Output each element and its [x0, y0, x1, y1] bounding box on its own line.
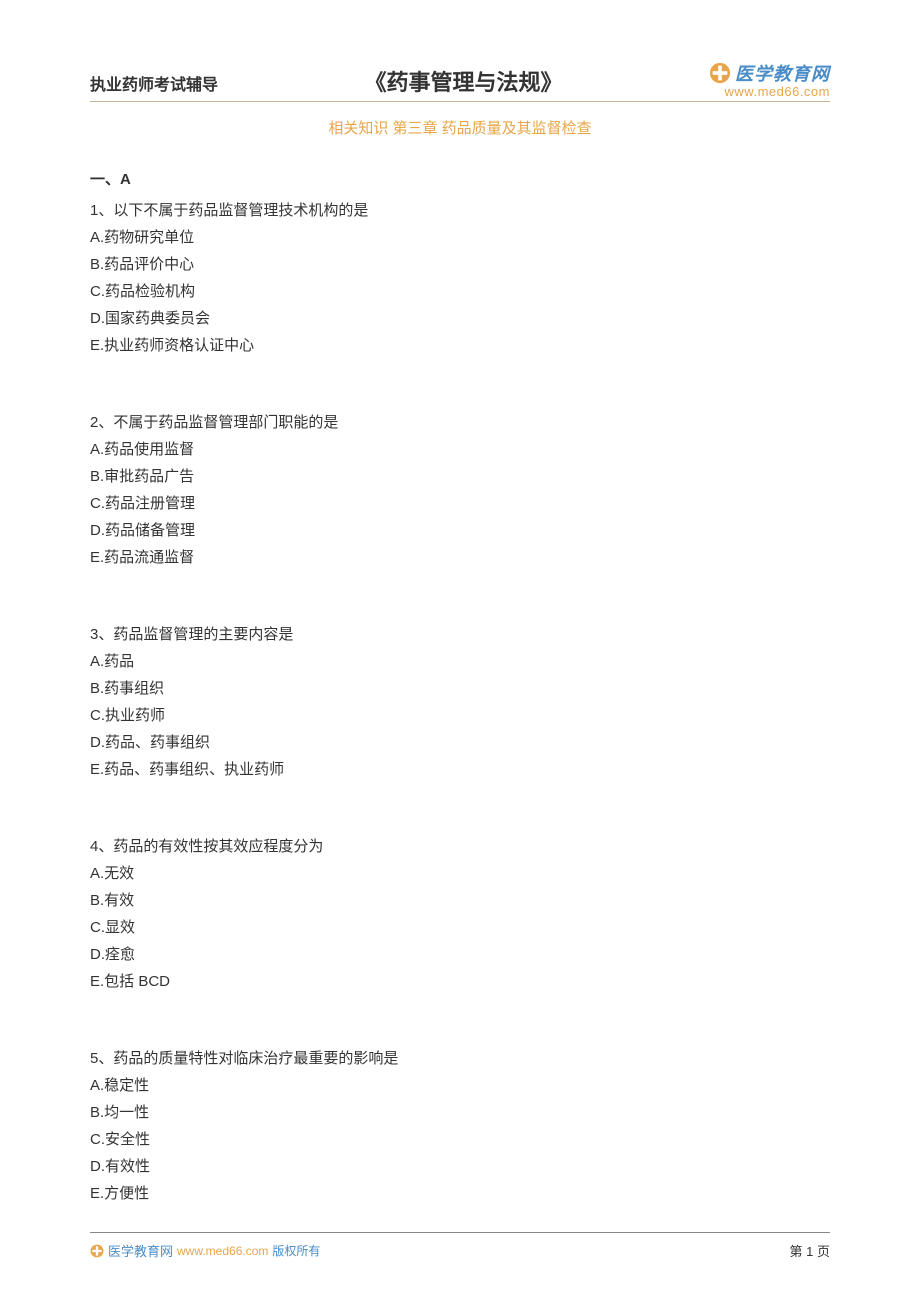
question-option: B.药事组织	[90, 675, 830, 702]
question-option: A.药物研究单位	[90, 224, 830, 251]
logo-container: 医学教育网	[709, 60, 830, 86]
question-option: D.痊愈	[90, 941, 830, 968]
question-block: 5、药品的质量特性对临床治疗最重要的影响是 A.稳定性 B.均一性 C.安全性 …	[90, 1045, 830, 1207]
question-option: D.国家药典委员会	[90, 305, 830, 332]
logo-url: www.med66.com	[709, 84, 830, 99]
question-text: 4、药品的有效性按其效应程度分为	[90, 833, 830, 860]
question-option: A.药品使用监督	[90, 436, 830, 463]
question-option: E.药品、药事组织、执业药师	[90, 756, 830, 783]
question-text: 5、药品的质量特性对临床治疗最重要的影响是	[90, 1045, 830, 1072]
question-text: 2、不属于药品监督管理部门职能的是	[90, 409, 830, 436]
question-option: C.安全性	[90, 1126, 830, 1153]
question-option: E.方便性	[90, 1180, 830, 1207]
question-option: D.药品、药事组织	[90, 729, 830, 756]
page-number: 第 1 页	[790, 1241, 830, 1260]
logo-text: 医学教育网	[735, 60, 830, 86]
question-option: C.显效	[90, 914, 830, 941]
footer-url: www.med66.com	[177, 1244, 268, 1258]
page-container: 执业药师考试辅导 《药事管理与法规》 医学教育网 www.med66.com 相…	[0, 0, 920, 1297]
question-option: B.药品评价中心	[90, 251, 830, 278]
question-option: A.药品	[90, 648, 830, 675]
header-left-text: 执业药师考试辅导	[90, 71, 218, 99]
question-block: 1、以下不属于药品监督管理技术机构的是 A.药物研究单位 B.药品评价中心 C.…	[90, 197, 830, 359]
chapter-subtitle: 相关知识 第三章 药品质量及其监督检查	[90, 117, 830, 138]
question-option: B.审批药品广告	[90, 463, 830, 490]
footer-left: 医学教育网 www.med66.com 版权所有	[90, 1241, 320, 1260]
question-option: A.无效	[90, 860, 830, 887]
header-right-logo: 医学教育网 www.med66.com	[709, 60, 830, 99]
question-option: C.药品注册管理	[90, 490, 830, 517]
question-option: A.稳定性	[90, 1072, 830, 1099]
question-text: 1、以下不属于药品监督管理技术机构的是	[90, 197, 830, 224]
section-label: 一、A	[90, 168, 830, 189]
question-option: E.药品流通监督	[90, 544, 830, 571]
question-block: 4、药品的有效性按其效应程度分为 A.无效 B.有效 C.显效 D.痊愈 E.包…	[90, 833, 830, 995]
footer-copyright: 版权所有	[272, 1242, 320, 1259]
page-title: 《药事管理与法规》	[365, 65, 563, 99]
question-option: E.执业药师资格认证中心	[90, 332, 830, 359]
question-option: B.均一性	[90, 1099, 830, 1126]
footer-brand: 医学教育网	[108, 1241, 173, 1260]
question-option: D.药品储备管理	[90, 517, 830, 544]
logo-cross-icon	[709, 62, 731, 84]
page-header: 执业药师考试辅导 《药事管理与法规》 医学教育网 www.med66.com	[90, 60, 830, 102]
footer-cross-icon	[90, 1244, 104, 1258]
question-option: B.有效	[90, 887, 830, 914]
question-text: 3、药品监督管理的主要内容是	[90, 621, 830, 648]
question-block: 2、不属于药品监督管理部门职能的是 A.药品使用监督 B.审批药品广告 C.药品…	[90, 409, 830, 571]
question-option: C.执业药师	[90, 702, 830, 729]
page-footer: 医学教育网 www.med66.com 版权所有 第 1 页	[90, 1232, 830, 1260]
question-block: 3、药品监督管理的主要内容是 A.药品 B.药事组织 C.执业药师 D.药品、药…	[90, 621, 830, 783]
question-option: E.包括 BCD	[90, 968, 830, 995]
question-option: C.药品检验机构	[90, 278, 830, 305]
question-option: D.有效性	[90, 1153, 830, 1180]
